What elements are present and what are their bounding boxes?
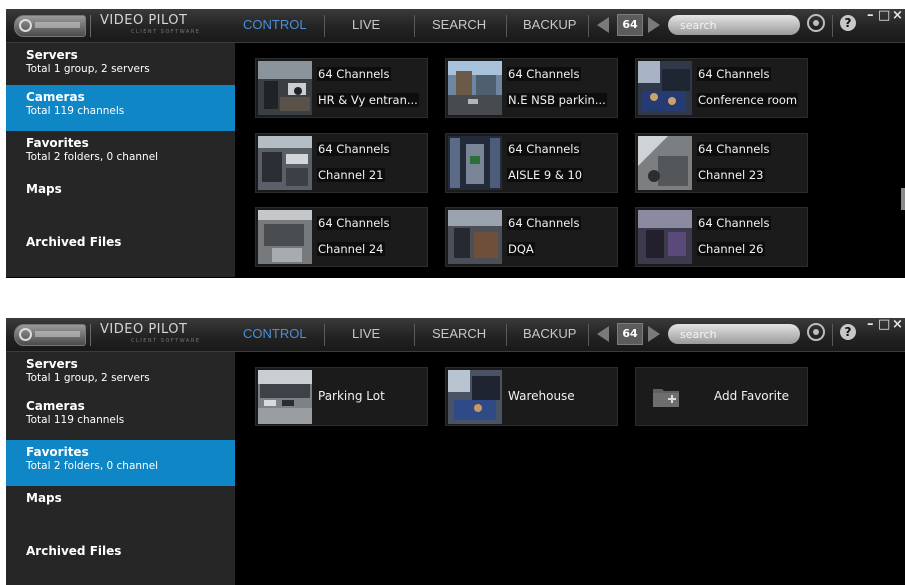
target-icon[interactable] [807,323,825,341]
maximize-button[interactable]: □ [878,8,890,23]
next-layout-arrow-icon[interactable] [648,326,660,342]
camera-tile[interactable]: 64 Channels Conference room [635,58,808,118]
prev-layout-arrow-icon[interactable] [597,326,609,342]
app-window-favorites: VIDEO PILOT CLIENT SOFTWARE CONTROL LIVE… [6,317,905,585]
camera-tile[interactable]: 64 Channels Channel 21 [255,133,428,193]
close-button[interactable]: × [892,317,903,332]
favorite-folder-tile[interactable]: Parking Lot [255,367,428,426]
sidebar-item-servers[interactable]: Servers Total 1 group, 2 servers [6,352,235,394]
app-window-cameras: VIDEO PILOT CLIENT SOFTWARE CONTROL LIVE… [6,8,905,278]
target-icon[interactable] [807,14,825,32]
camera-thumbnail [448,136,502,190]
camera-name: Channel 24 [317,242,385,256]
title-bar: VIDEO PILOT CLIENT SOFTWARE CONTROL LIVE… [6,317,905,352]
tab-backup[interactable]: BACKUP [523,17,576,32]
favorite-thumbnail [258,370,312,424]
favorite-name: Parking Lot [318,389,385,403]
camera-thumbnail [258,61,312,115]
company-logo [14,15,86,37]
camera-name: Conference room [697,93,799,107]
next-layout-arrow-icon[interactable] [648,17,660,33]
sidebar-item-archived-files[interactable]: Archived Files [6,532,235,585]
help-icon[interactable]: ? [840,324,856,340]
camera-name: DQA [507,242,535,256]
tab-live[interactable]: LIVE [352,326,380,341]
camera-thumbnail [258,210,312,264]
camera-name: Channel 23 [697,168,765,182]
camera-thumbnail [448,210,502,264]
add-favorite-button[interactable]: Add Favorite [635,367,808,426]
tab-search[interactable]: SEARCH [432,326,486,341]
camera-tile[interactable]: 64 Channels Channel 23 [635,133,808,193]
app-title: VIDEO PILOT [100,322,188,337]
camera-name: Channel 21 [317,168,385,182]
sidebar-item-cameras[interactable]: Cameras Total 119 channels [6,85,235,131]
maximize-button[interactable]: □ [878,317,890,332]
sidebar-item-maps[interactable]: Maps [6,177,235,223]
camera-name: HR & Vy entran... [317,93,419,107]
camera-name: AISLE 9 & 10 [507,168,584,182]
tab-search[interactable]: SEARCH [432,17,486,32]
add-folder-icon [653,389,679,407]
tab-live[interactable]: LIVE [352,17,380,32]
camera-thumbnail [258,136,312,190]
app-subtitle: CLIENT SOFTWARE [131,338,201,344]
close-button[interactable]: × [892,8,903,23]
tab-backup[interactable]: BACKUP [523,326,576,341]
favorites-grid: Parking Lot Warehouse Add Favorite [235,352,905,585]
favorite-thumbnail [448,370,502,424]
sidebar-item-archived-files[interactable]: Archived Files [6,223,235,277]
camera-grid: 64 Channels HR & Vy entran... 64 Channel… [235,43,905,278]
sidebar-item-maps[interactable]: Maps [6,486,235,532]
search-input[interactable] [668,324,800,344]
camera-name: Channel 26 [697,242,765,256]
sidebar-item-servers[interactable]: Servers Total 1 group, 2 servers [6,43,235,85]
sidebar-item-favorites[interactable]: Favorites Total 2 folders, 0 channel [6,440,235,486]
camera-tile[interactable]: 64 Channels DQA [445,207,618,267]
camera-thumbnail [638,61,692,115]
prev-layout-arrow-icon[interactable] [597,17,609,33]
sidebar-item-favorites[interactable]: Favorites Total 2 folders, 0 channel [6,131,235,177]
app-title: VIDEO PILOT [100,13,188,28]
camera-name: N.E NSB parkin... [507,93,607,107]
camera-tile[interactable]: 64 Channels N.E NSB parkin... [445,58,618,118]
camera-tile[interactable]: 64 Channels Channel 24 [255,207,428,267]
minimize-button[interactable]: – [867,317,874,332]
camera-tile[interactable]: 64 Channels Channel 26 [635,207,808,267]
scrollbar-handle[interactable] [901,188,905,210]
sidebar: Servers Total 1 group, 2 servers Cameras… [6,352,235,585]
minimize-button[interactable]: – [867,8,874,23]
camera-thumbnail [638,210,692,264]
camera-thumbnail [638,136,692,190]
grid-count-button[interactable]: 64 [617,14,643,36]
search-input[interactable] [668,15,800,35]
favorite-name: Warehouse [508,389,575,403]
camera-thumbnail [448,61,502,115]
favorite-folder-tile[interactable]: Warehouse [445,367,618,426]
sidebar-item-cameras[interactable]: Cameras Total 119 channels [6,394,235,440]
camera-tile[interactable]: 64 Channels AISLE 9 & 10 [445,133,618,193]
tab-control[interactable]: CONTROL [243,326,307,341]
tab-control[interactable]: CONTROL [243,17,307,32]
sidebar: Servers Total 1 group, 2 servers Cameras… [6,43,235,277]
help-icon[interactable]: ? [840,15,856,31]
title-bar: VIDEO PILOT CLIENT SOFTWARE CONTROL LIVE… [6,8,905,43]
grid-count-button[interactable]: 64 [617,323,643,345]
camera-tile[interactable]: 64 Channels HR & Vy entran... [255,58,428,118]
company-logo [14,324,86,346]
app-subtitle: CLIENT SOFTWARE [131,29,201,35]
